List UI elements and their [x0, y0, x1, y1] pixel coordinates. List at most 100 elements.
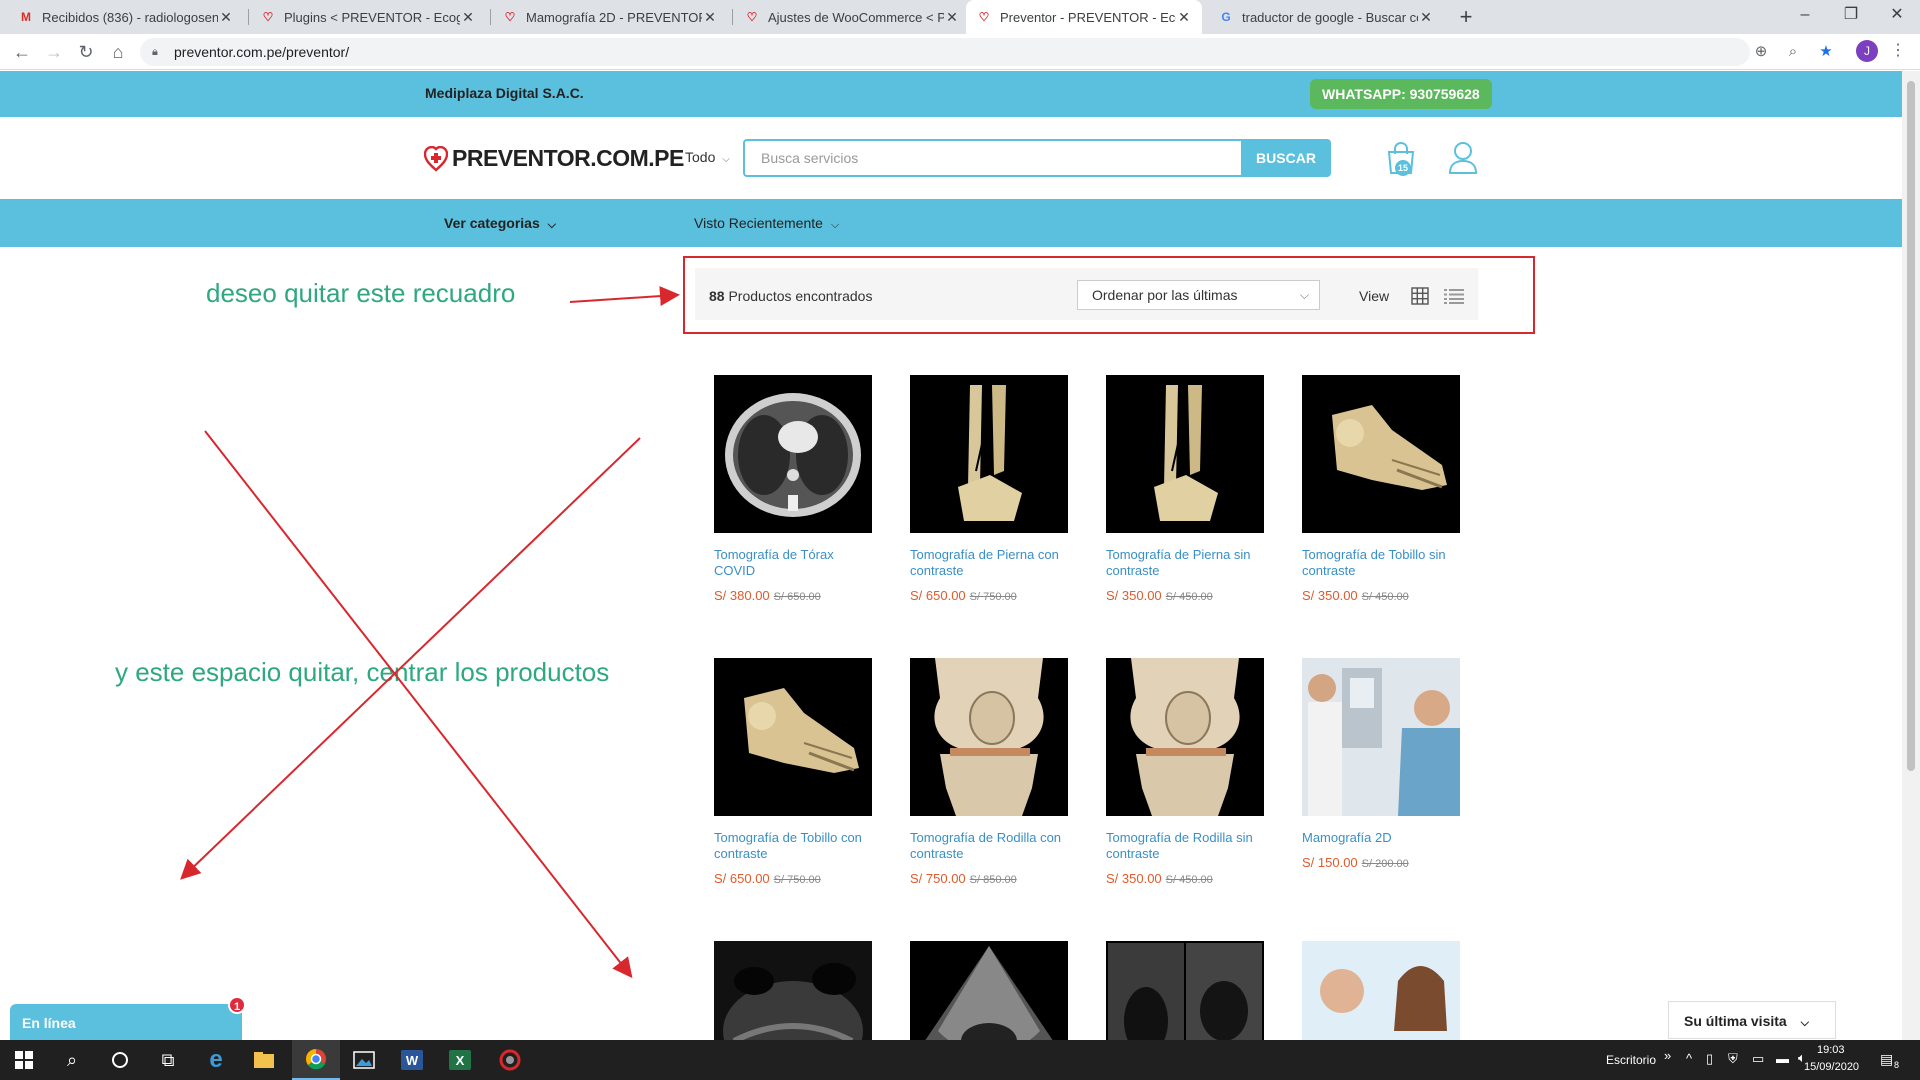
tab-close-icon[interactable]: ✕	[1176, 9, 1192, 26]
product-name[interactable]: Tomografía de Tobillo sin contraste	[1302, 547, 1462, 579]
product-card[interactable]: Mamografía 2D S/ 150.00 S/ 200.00	[1302, 658, 1462, 870]
product-price-old: S/ 200.00	[1361, 858, 1409, 870]
tab-close-icon[interactable]: ✕	[1418, 9, 1434, 26]
windows-start-icon[interactable]	[0, 1040, 48, 1080]
excel-icon[interactable]: X	[436, 1040, 484, 1080]
taskbar-date[interactable]: 15/09/2020	[1804, 1061, 1859, 1073]
tray-chevron-icon[interactable]: ^	[1686, 1051, 1692, 1066]
page-scrollbar[interactable]	[1902, 71, 1920, 1040]
desktop-toolbar-label[interactable]: Escritorio	[1606, 1053, 1656, 1067]
browser-tab[interactable]: ♡ Ajustes de WooCommerce < PRE✕	[734, 0, 970, 34]
windows-taskbar: ⌕ ⧉ e W X Escritorio » ^ ▯ ⛨ ▭ ▬ 🔈︎ 19:0…	[0, 1040, 1920, 1080]
product-card[interactable]: Tomografía de Tórax COVID S/ 380.00 S/ 650…	[714, 375, 874, 603]
browser-tab[interactable]: Gtraductor de google - Buscar con ✕	[1208, 0, 1444, 34]
task-view-icon[interactable]: ⧉	[144, 1040, 192, 1080]
search-button[interactable]: BUSCAR	[1241, 139, 1331, 177]
zoom-icon[interactable]: ⌕	[1782, 42, 1804, 64]
app-icon[interactable]	[486, 1040, 534, 1080]
reload-button[interactable]: ↻	[74, 40, 98, 64]
browser-tab[interactable]: ♡ Mamografía 2D - PREVENTOR - E✕	[492, 0, 728, 34]
product-card[interactable]: Tomografía de Rodilla con contraste S/ 75…	[910, 658, 1070, 886]
product-name[interactable]: Tomografía de Pierna con contraste	[910, 547, 1070, 579]
product-name[interactable]: Tomografía de Tórax COVID	[714, 547, 874, 579]
logo-text: PREVENTOR.COM.PE	[452, 145, 684, 171]
close-window-button[interactable]: ✕	[1874, 0, 1920, 34]
product-card[interactable]: Tomografía de Pierna con contraste S/ 650…	[910, 375, 1070, 603]
home-icon[interactable]: ⌂	[106, 40, 130, 64]
tab-close-icon[interactable]: ✕	[460, 9, 476, 26]
new-tab-button[interactable]: +	[1454, 6, 1478, 30]
product-image[interactable]	[714, 375, 872, 533]
chrome-icon[interactable]	[292, 1040, 340, 1080]
product-card[interactable]: Tomografía de Pierna sin contraste S/ 350…	[1106, 375, 1266, 603]
product-price-old: S/ 650.00	[773, 591, 821, 603]
whatsapp-button[interactable]: WHATSAPP: 930759628	[1310, 79, 1492, 109]
search-icon[interactable]: ⌕	[48, 1040, 96, 1080]
preventor-icon: ♡	[978, 10, 990, 24]
scrollbar-thumb[interactable]	[1907, 81, 1915, 771]
notification-center-icon[interactable]: ▤	[1880, 1051, 1893, 1068]
user-icon[interactable]	[1448, 141, 1478, 175]
product-price: S/ 650.00 S/ 750.00	[910, 588, 1070, 603]
tab-close-icon[interactable]: ✕	[944, 9, 960, 26]
product-name[interactable]: Tomografía de Rodilla sin contraste	[1106, 830, 1266, 862]
browser-tab[interactable]: ♡ Plugins < PREVENTOR - Ecografía✕	[250, 0, 486, 34]
product-price: S/ 380.00 S/ 650.00	[714, 588, 874, 603]
product-image[interactable]	[1302, 658, 1460, 816]
product-name[interactable]: Tomografía de Rodilla con contraste	[910, 830, 1070, 862]
restore-button[interactable]: ❐	[1828, 0, 1874, 34]
taskbar-time[interactable]: 19:03	[1817, 1044, 1845, 1056]
search-category-select[interactable]: Todo ⌵	[685, 149, 730, 165]
address-bar[interactable]: 🔒︎ preventor.com.pe/preventor/	[140, 38, 1750, 66]
product-name[interactable]: Mamografía 2D	[1302, 830, 1462, 846]
search-input[interactable]	[743, 139, 1241, 177]
product-card[interactable]: Tomografía de Rodilla sin contraste S/ 35…	[1106, 658, 1266, 886]
product-price-current: S/ 150.00	[1302, 855, 1358, 870]
site-logo[interactable]: PREVENTOR.COM.PE	[424, 145, 684, 172]
file-explorer-icon[interactable]	[240, 1040, 288, 1080]
last-visit-button[interactable]: Su última visita ⌵	[1668, 1001, 1836, 1039]
product-price-old: S/ 750.00	[969, 591, 1017, 603]
product-image[interactable]	[714, 658, 872, 816]
minimize-button[interactable]: –	[1782, 0, 1828, 34]
product-card[interactable]: Tomografía de Tobillo sin contraste S/ 35…	[1302, 375, 1462, 603]
product-card[interactable]: Tomografía de Tobillo con contraste S/ 65…	[714, 658, 874, 886]
annotation-red-box	[683, 256, 1535, 334]
cortana-icon[interactable]	[96, 1040, 144, 1080]
live-chat-tab[interactable]: En línea	[10, 1004, 242, 1040]
browser-menu-icon[interactable]: ⋮	[1890, 40, 1906, 62]
browser-tab-bar: MRecibidos (836) - radiologosenline✕♡Plu…	[0, 0, 1920, 34]
product-image[interactable]	[1106, 658, 1264, 816]
tray-usb-icon[interactable]: ▯	[1706, 1051, 1713, 1067]
tray-battery-icon[interactable]: ▬	[1776, 1051, 1789, 1066]
nav-recently-viewed[interactable]: Visto Recientemente ⌵	[694, 215, 839, 232]
annotation-arrow	[569, 286, 680, 307]
bookmark-star-icon[interactable]: ★	[1815, 42, 1837, 64]
tab-close-icon[interactable]: ✕	[702, 9, 718, 26]
screen: MRecibidos (836) - radiologosenline✕♡Plu…	[0, 0, 1920, 1080]
product-image[interactable]	[1106, 375, 1264, 533]
product-name[interactable]: Tomografía de Pierna sin contraste	[1106, 547, 1266, 579]
browser-tab[interactable]: ♡ Preventor - PREVENTOR - Ecogra✕	[966, 0, 1202, 34]
add-circle-icon[interactable]: ⊕	[1750, 42, 1772, 64]
browser-tab[interactable]: M Recibidos (836) - radiologosenline✕	[8, 0, 244, 34]
product-image[interactable]	[1302, 375, 1460, 533]
annotation-cross-line-1	[204, 430, 633, 979]
back-button[interactable]: ←	[10, 40, 34, 64]
tray-shield-icon[interactable]: ⛨	[1728, 1051, 1738, 1067]
edge-icon[interactable]: e	[192, 1040, 240, 1080]
tab-close-icon[interactable]: ✕	[218, 9, 234, 26]
nav-categories[interactable]: Ver categorias ⌵	[444, 215, 556, 232]
profile-avatar[interactable]: J	[1856, 40, 1878, 62]
product-image[interactable]	[910, 375, 1068, 533]
toolbar-overflow-icon[interactable]: »	[1664, 1048, 1671, 1063]
tray-network-icon[interactable]: ▭	[1752, 1051, 1764, 1067]
product-name[interactable]: Tomografía de Tobillo con contraste	[714, 830, 874, 862]
product-image[interactable]	[910, 658, 1068, 816]
product-price-old: S/ 750.00	[773, 874, 821, 886]
tab-title: Plugins < PREVENTOR - Ecografía	[284, 9, 460, 25]
forward-button[interactable]: →	[42, 40, 66, 64]
preventor-icon: ♡	[746, 10, 758, 24]
photos-icon[interactable]	[340, 1040, 388, 1080]
word-icon[interactable]: W	[388, 1040, 436, 1080]
